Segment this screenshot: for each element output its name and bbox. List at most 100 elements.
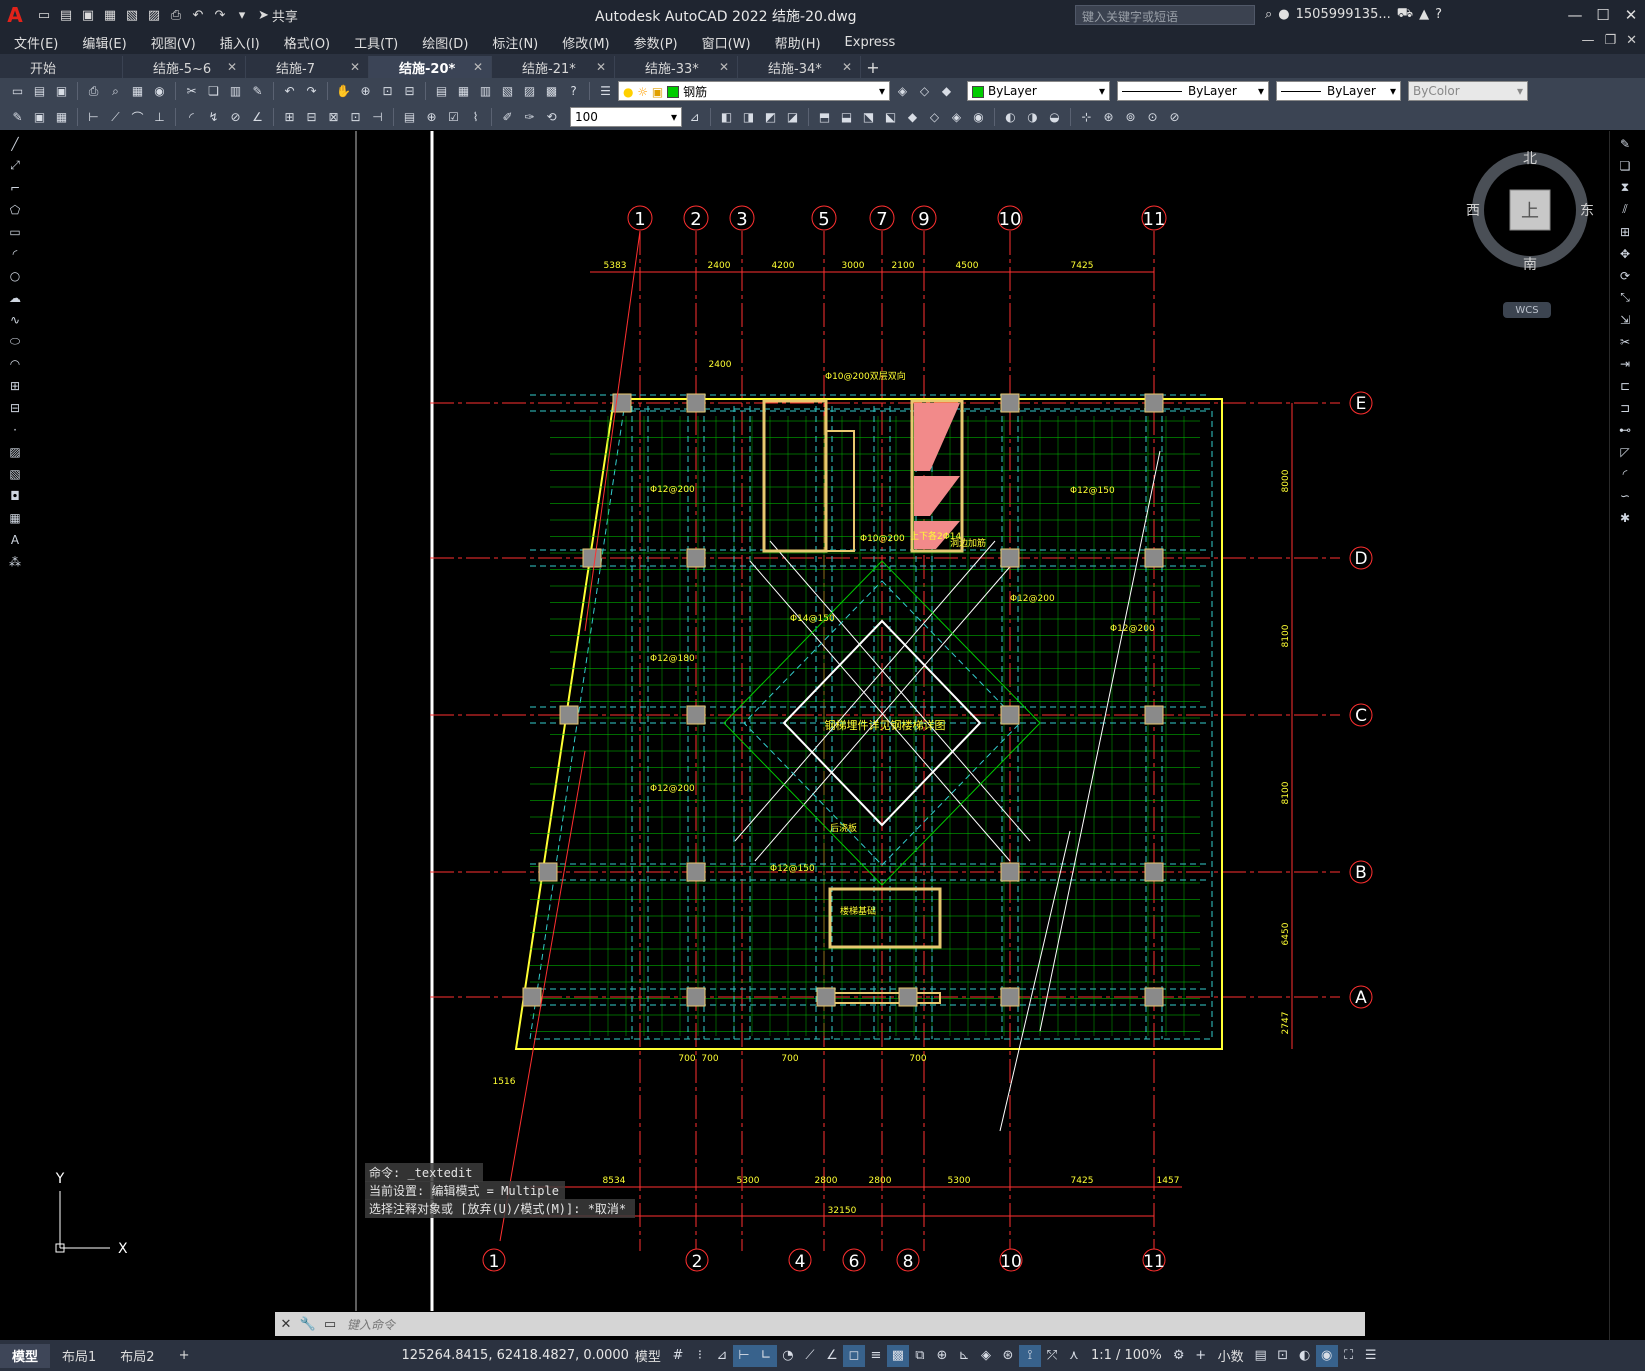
new-icon[interactable]: ▭	[34, 5, 54, 25]
save-icon[interactable]: ▣	[52, 82, 71, 101]
line-icon[interactable]: ╱	[4, 134, 26, 153]
dim-text[interactable]: 1516	[493, 1077, 516, 1087]
add-layout-button[interactable]: +	[167, 1344, 202, 1368]
dim-text[interactable]: 700	[781, 1054, 798, 1064]
construction-line-icon[interactable]: ⤢	[4, 156, 26, 175]
interfere-icon[interactable]: ◒	[1045, 108, 1064, 127]
stair-base-label[interactable]: 楼梯基础	[840, 905, 876, 917]
search-input[interactable]: 键入关键字或短语	[1075, 5, 1255, 25]
rebar-label[interactable]: Φ12@180	[650, 654, 695, 664]
customize-qat-icon[interactable]: ▾	[232, 5, 252, 25]
infer-icon[interactable]: ⊿	[711, 1345, 733, 1367]
column[interactable]	[559, 705, 579, 725]
quick-properties-icon[interactable]: ▤	[1250, 1345, 1272, 1367]
column[interactable]	[686, 705, 706, 725]
column[interactable]	[1000, 705, 1020, 725]
selection-cycling-icon[interactable]: ⧉	[909, 1345, 931, 1367]
tolerance-icon[interactable]: ▤	[400, 108, 419, 127]
column[interactable]	[1144, 705, 1164, 725]
fillet-icon[interactable]: ◜	[1614, 464, 1636, 483]
dim-text[interactable]: 4500	[956, 261, 979, 271]
annotation-visibility-icon[interactable]: ⟟	[1018, 1344, 1041, 1367]
tab-file-active[interactable]: 结施-20* ✕	[369, 56, 492, 78]
dim-text[interactable]: 700	[909, 1054, 926, 1064]
linear-dim-icon[interactable]: ⊢	[84, 108, 103, 127]
annotation-monitor-icon[interactable]: +	[1190, 1345, 1212, 1367]
3d-osnap-icon[interactable]: ⊕	[931, 1345, 953, 1367]
dim-override-icon[interactable]: ⊿	[685, 108, 704, 127]
rebar-label[interactable]: Φ12@200	[1110, 624, 1155, 634]
workspace-gear-icon[interactable]: ⚙	[1168, 1345, 1190, 1367]
union-icon[interactable]: ◇	[925, 108, 944, 127]
intersect-icon[interactable]: ◉	[969, 108, 988, 127]
rotate-icon[interactable]: ⟳	[1614, 266, 1636, 285]
column[interactable]	[686, 393, 706, 413]
menu-insert[interactable]: 插入(I)	[220, 33, 260, 52]
customize-icon[interactable]: 🔧	[297, 1313, 319, 1335]
save-icon[interactable]: ▣	[78, 5, 98, 25]
ucs-icon[interactable]: ⊹	[1077, 108, 1096, 127]
match-properties-icon[interactable]: ✎	[248, 82, 267, 101]
dim-text[interactable]: 2747	[1281, 1012, 1291, 1035]
layer-states-icon[interactable]: ◆	[937, 82, 956, 101]
rebar-label[interactable]: Φ12@150	[1070, 486, 1115, 496]
dim-text[interactable]: 8100	[1281, 624, 1291, 647]
menu-format[interactable]: 格式(O)	[284, 33, 330, 52]
ellipse-icon[interactable]: ⬭	[4, 332, 26, 351]
compass-north[interactable]: 北	[1523, 151, 1537, 167]
column[interactable]	[1144, 987, 1164, 1007]
cut-icon[interactable]: ✂	[182, 82, 201, 101]
angular-dim-icon[interactable]: ∠	[248, 108, 267, 127]
layer-dropdown[interactable]: ● ☼ ▣ 钢筋 ▾	[618, 81, 890, 101]
extrude-icon[interactable]: ⬒	[815, 108, 834, 127]
chamfer-icon[interactable]: ◸	[1614, 442, 1636, 461]
object-snap-tracking-icon[interactable]: ∠	[821, 1345, 843, 1367]
region-icon[interactable]: ◘	[4, 486, 26, 505]
column[interactable]	[1000, 862, 1020, 882]
command-input[interactable]: 键入命令	[347, 1316, 395, 1333]
column[interactable]	[686, 862, 706, 882]
ordinate-dim-icon[interactable]: ⊥	[150, 108, 169, 127]
selection-filter-icon[interactable]: ◈	[975, 1345, 997, 1367]
view-icon[interactable]: ⊛	[1099, 108, 1118, 127]
presspull-icon[interactable]: ⬓	[837, 108, 856, 127]
lock-ui-icon[interactable]: ⊡	[1272, 1345, 1294, 1367]
open-icon[interactable]: ▤	[56, 5, 76, 25]
ellipse-arc-icon[interactable]: ◠	[4, 354, 26, 373]
plot-icon[interactable]: ⎙	[166, 5, 186, 25]
quick-dim-icon[interactable]: ⊞	[280, 108, 299, 127]
polar-icon[interactable]: ◔	[777, 1345, 799, 1367]
open-icon[interactable]: ▤	[30, 82, 49, 101]
dim-text[interactable]: 3000	[842, 261, 865, 271]
menu-express[interactable]: Express	[845, 35, 896, 50]
calculator-icon[interactable]: ▩	[542, 82, 561, 101]
close-icon[interactable]: ✕	[275, 1313, 297, 1335]
rebar-label[interactable]: Φ12@200	[650, 784, 695, 794]
menu-draw[interactable]: 绘图(D)	[422, 33, 468, 52]
shaft-wall[interactable]	[762, 399, 828, 553]
compass-west[interactable]: 西	[1466, 203, 1480, 219]
preview-icon[interactable]: ⌕	[106, 82, 125, 101]
layer-properties-icon[interactable]: ☰	[596, 82, 615, 101]
viewcube[interactable]: 上 北 南 东 西	[1465, 145, 1595, 275]
rebar-label[interactable]: Φ12@150	[770, 864, 815, 874]
add-selected-icon[interactable]: ⁂	[4, 552, 26, 571]
coordinate-readout[interactable]: 125264.8415, 62418.4827, 0.0000	[401, 1348, 628, 1363]
saveas-icon[interactable]: ▦	[100, 5, 120, 25]
insert-block-icon[interactable]: ⊞	[4, 376, 26, 395]
blend-icon[interactable]: ∽	[1614, 486, 1636, 505]
lineweight-icon[interactable]: ≡	[865, 1345, 887, 1367]
undo-icon[interactable]: ↶	[280, 82, 299, 101]
move-icon[interactable]: ✥	[1614, 244, 1636, 263]
break-icon[interactable]: ⊐	[1614, 398, 1636, 417]
rebar-label[interactable]: 后浇板	[830, 822, 857, 834]
loft-icon[interactable]: ◆	[903, 108, 922, 127]
redo-icon[interactable]: ↷	[210, 5, 230, 25]
doc-close-button[interactable]: ✕	[1626, 33, 1637, 48]
dim-style-icon[interactable]: ▣	[30, 108, 49, 127]
isodraft-icon[interactable]: ⟋	[799, 1345, 821, 1367]
revcloud-icon[interactable]: ☁	[4, 288, 26, 307]
close-icon[interactable]: ✕	[842, 60, 852, 74]
gizmo-icon[interactable]: ⊛	[997, 1345, 1019, 1367]
arc-icon[interactable]: ◜	[4, 244, 26, 263]
